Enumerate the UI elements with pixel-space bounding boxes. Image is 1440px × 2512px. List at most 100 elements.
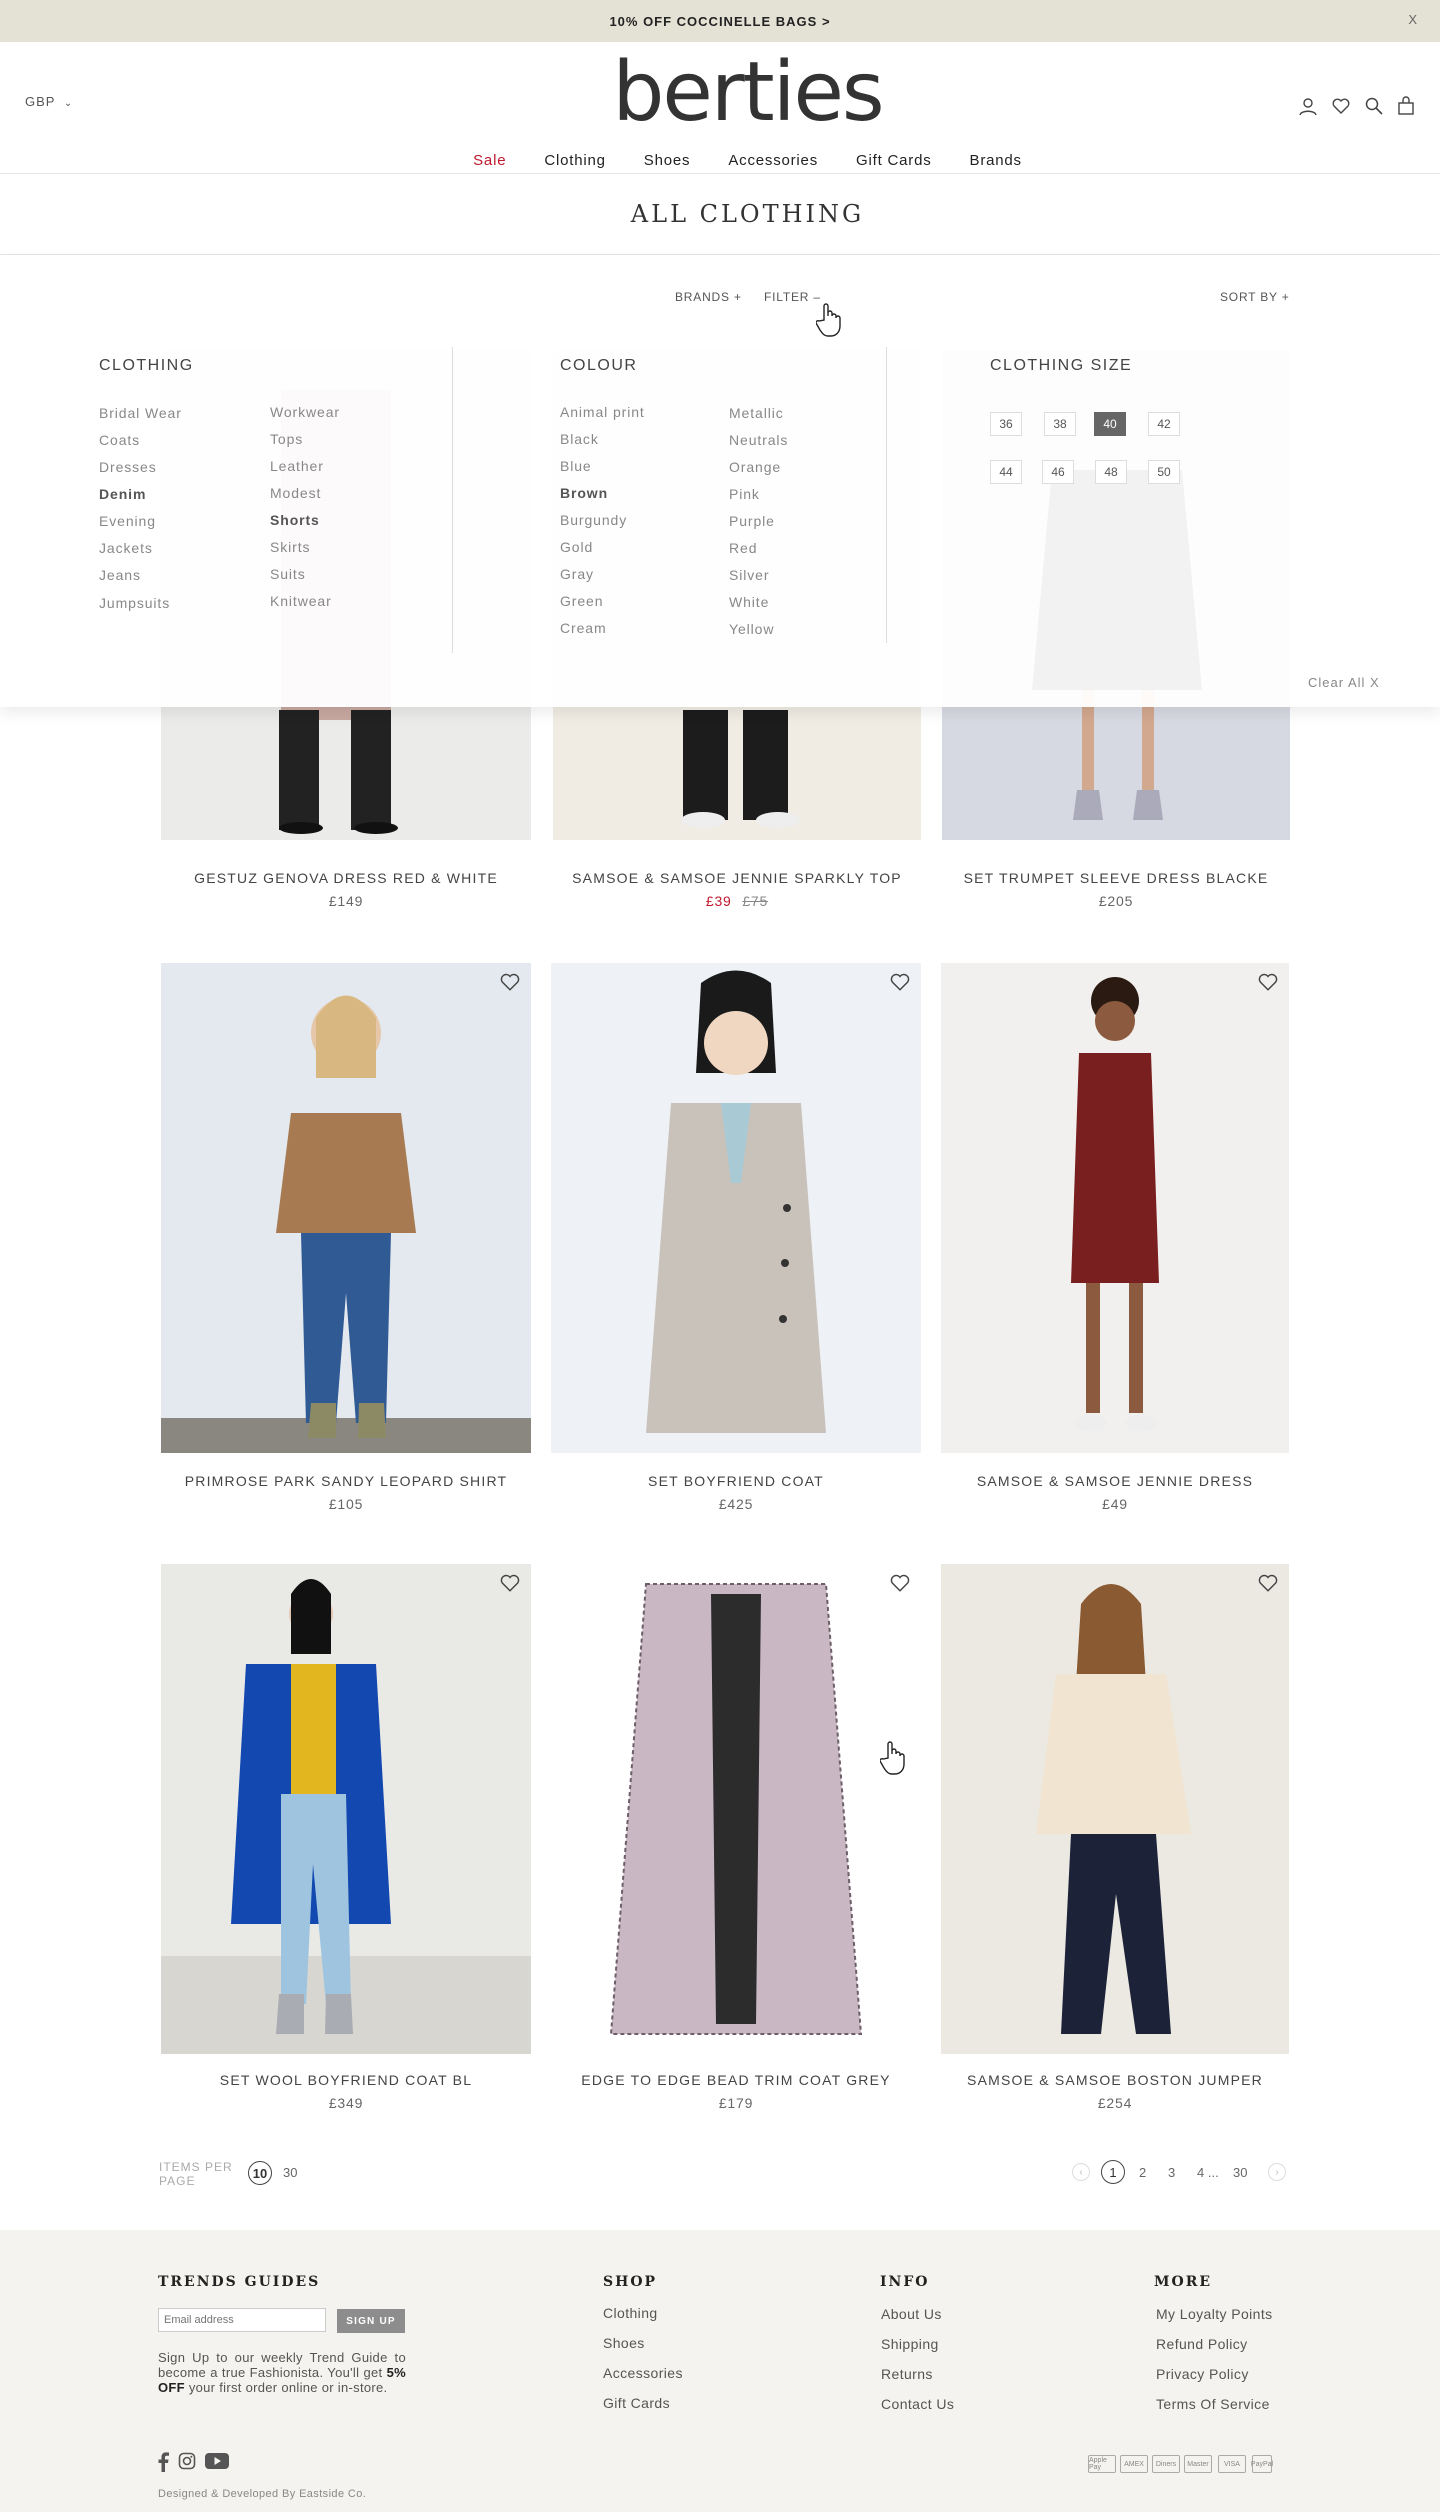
wishlist-heart-icon[interactable] xyxy=(889,1572,911,1594)
footer-link-privacy[interactable]: Privacy Policy xyxy=(1156,2366,1249,2382)
product-image[interactable] xyxy=(941,963,1289,1453)
size-option-selected[interactable]: 40 xyxy=(1094,412,1126,436)
email-field[interactable] xyxy=(158,2308,326,2332)
sort-by-toggle[interactable]: SORT BY + xyxy=(1220,290,1290,304)
filter-option[interactable]: Bridal Wear xyxy=(99,405,182,421)
filter-option[interactable]: Purple xyxy=(729,513,775,529)
filter-option[interactable]: Neutrals xyxy=(729,432,788,448)
product-name[interactable]: SET BOYFRIEND COAT xyxy=(551,1473,921,1489)
filter-option[interactable]: Denim xyxy=(99,486,146,502)
size-option[interactable]: 46 xyxy=(1042,460,1074,484)
page-link[interactable]: 30 xyxy=(1233,2165,1247,2180)
product-card[interactable]: PRIMROSE PARK SANDY LEOPARD SHIRT £105 xyxy=(161,963,531,1523)
filter-option[interactable]: Orange xyxy=(729,459,781,475)
filter-option[interactable]: Metallic xyxy=(729,405,784,421)
wishlist-heart-icon[interactable] xyxy=(1331,96,1351,116)
filter-option[interactable]: Jackets xyxy=(99,540,153,556)
wishlist-heart-icon[interactable] xyxy=(889,971,911,993)
product-card[interactable]: SAMSOE & SAMSOE BOSTON JUMPER £254 xyxy=(941,1564,1289,2124)
promo-text[interactable]: 10% OFF COCCINELLE BAGS > xyxy=(609,14,830,29)
product-name[interactable]: SAMSOE & SAMSOE BOSTON JUMPER xyxy=(941,2072,1289,2088)
footer-link-accessories[interactable]: Accessories xyxy=(603,2365,683,2381)
footer-link-contact-us[interactable]: Contact Us xyxy=(881,2396,954,2412)
filter-option[interactable]: Silver xyxy=(729,567,769,583)
product-name[interactable]: EDGE TO EDGE BEAD TRIM COAT GREY xyxy=(551,2072,921,2088)
footer-link-about-us[interactable]: About Us xyxy=(881,2306,942,2322)
cart-bag-icon[interactable] xyxy=(1396,96,1416,116)
footer-link-shoes[interactable]: Shoes xyxy=(603,2335,645,2351)
promo-bar[interactable]: 10% OFF COCCINELLE BAGS > X xyxy=(0,0,1440,42)
footer-link-loyalty[interactable]: My Loyalty Points xyxy=(1156,2306,1273,2322)
footer-link-refund[interactable]: Refund Policy xyxy=(1156,2336,1248,2352)
filter-option[interactable]: Gray xyxy=(560,566,594,582)
facebook-icon[interactable] xyxy=(157,2452,169,2472)
size-option[interactable]: 44 xyxy=(990,460,1022,484)
brands-filter-toggle[interactable]: BRANDS + xyxy=(675,290,742,304)
filter-option[interactable]: Cream xyxy=(560,620,607,636)
filter-option[interactable]: Modest xyxy=(270,485,321,501)
filter-option[interactable]: Suits xyxy=(270,566,306,582)
size-option[interactable]: 36 xyxy=(990,412,1022,436)
nav-item-brands[interactable]: Brands xyxy=(970,152,1022,169)
page-link[interactable]: 2 xyxy=(1139,2165,1146,2180)
nav-item-accessories[interactable]: Accessories xyxy=(728,152,818,169)
product-image[interactable] xyxy=(161,963,531,1453)
footer-link-shipping[interactable]: Shipping xyxy=(881,2336,939,2352)
clear-all-filters-button[interactable]: Clear All X xyxy=(1308,675,1380,690)
filter-option[interactable]: Knitwear xyxy=(270,593,332,609)
per-page-option-selected[interactable]: 10 xyxy=(248,2161,272,2185)
filter-option[interactable]: Pink xyxy=(729,486,760,502)
filter-option[interactable]: Brown xyxy=(560,485,608,501)
filter-option[interactable]: Skirts xyxy=(270,539,310,555)
footer-link-clothing[interactable]: Clothing xyxy=(603,2305,658,2321)
product-name[interactable]: SAMSOE & SAMSOE JENNIE DRESS xyxy=(941,1473,1289,1489)
nav-item-gift-cards[interactable]: Gift Cards xyxy=(856,152,932,169)
youtube-icon[interactable] xyxy=(205,2452,229,2470)
prev-page-button[interactable]: ‹ xyxy=(1072,2163,1090,2181)
instagram-icon[interactable] xyxy=(178,2452,196,2470)
filter-option[interactable]: Jumpsuits xyxy=(99,595,170,611)
wishlist-heart-icon[interactable] xyxy=(499,971,521,993)
next-page-button[interactable]: › xyxy=(1268,2163,1286,2181)
product-image[interactable] xyxy=(161,1564,531,2054)
filter-option[interactable]: White xyxy=(729,594,769,610)
footer-link-gift-cards[interactable]: Gift Cards xyxy=(603,2395,670,2411)
sign-up-button[interactable]: SIGN UP xyxy=(337,2309,405,2333)
product-name[interactable]: SAMSOE & SAMSOE JENNIE SPARKLY TOP xyxy=(553,870,921,886)
nav-item-clothing[interactable]: Clothing xyxy=(544,152,605,169)
page-link[interactable]: 3 xyxy=(1168,2165,1175,2180)
product-image[interactable] xyxy=(941,1564,1289,2054)
filter-option[interactable]: Gold xyxy=(560,539,593,555)
filter-option[interactable]: Evening xyxy=(99,513,156,529)
filter-option[interactable]: Black xyxy=(560,431,599,447)
search-icon[interactable] xyxy=(1364,96,1384,116)
product-name[interactable]: SET TRUMPET SLEEVE DRESS BLACKE xyxy=(942,870,1290,886)
filter-toggle[interactable]: FILTER – xyxy=(764,290,821,304)
filter-option[interactable]: Blue xyxy=(560,458,592,474)
filter-option[interactable]: Animal print xyxy=(560,404,645,420)
product-card[interactable]: SAMSOE & SAMSOE JENNIE DRESS £49 xyxy=(941,963,1289,1523)
per-page-option[interactable]: 30 xyxy=(283,2165,297,2180)
product-card[interactable]: SET WOOL BOYFRIEND COAT BL £349 xyxy=(161,1564,531,2124)
filter-option[interactable]: Red xyxy=(729,540,757,556)
product-image[interactable] xyxy=(551,963,921,1453)
filter-option[interactable]: Workwear xyxy=(270,404,340,420)
product-name[interactable]: GESTUZ GENOVA DRESS RED & WHITE xyxy=(161,870,531,886)
current-page[interactable]: 1 xyxy=(1101,2160,1125,2184)
size-option[interactable]: 48 xyxy=(1095,460,1127,484)
close-promo-button[interactable]: X xyxy=(1408,12,1418,27)
wishlist-heart-icon[interactable] xyxy=(499,1572,521,1594)
filter-option[interactable]: Leather xyxy=(270,458,324,474)
product-image[interactable] xyxy=(551,1564,921,2054)
wishlist-heart-icon[interactable] xyxy=(1257,1572,1279,1594)
filter-option[interactable]: Coats xyxy=(99,432,140,448)
filter-option[interactable]: Jeans xyxy=(99,567,141,583)
filter-option[interactable]: Shorts xyxy=(270,512,320,528)
account-icon[interactable] xyxy=(1298,96,1318,116)
footer-link-returns[interactable]: Returns xyxy=(881,2366,933,2382)
site-logo[interactable]: berties xyxy=(0,48,1440,138)
filter-option[interactable]: Burgundy xyxy=(560,512,627,528)
footer-link-terms[interactable]: Terms Of Service xyxy=(1156,2396,1270,2412)
size-option[interactable]: 42 xyxy=(1148,412,1180,436)
wishlist-heart-icon[interactable] xyxy=(1257,971,1279,993)
